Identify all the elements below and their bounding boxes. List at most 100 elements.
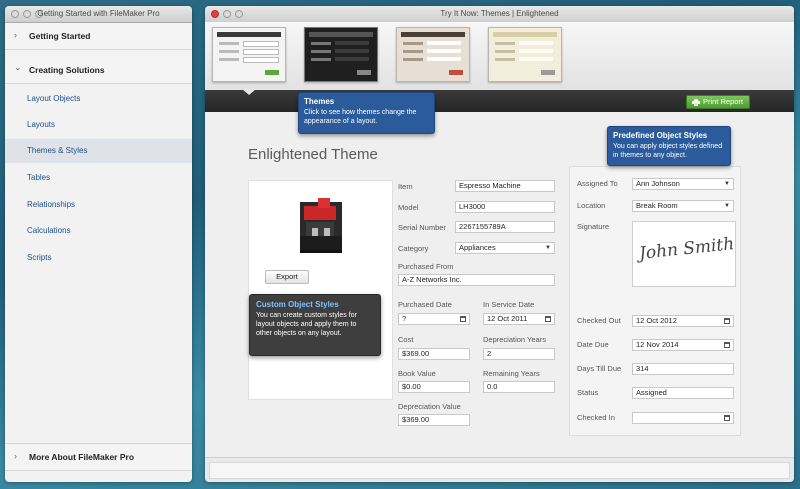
main-window-titlebar: Try It Now: Themes | Enlightened xyxy=(205,6,794,23)
sidebar-item-label: Themes & Styles xyxy=(27,146,88,155)
help-navigator-window: Getting Started with FileMaker Pro › Get… xyxy=(5,6,192,482)
in-service-date-label: In Service Date xyxy=(483,300,535,309)
location-label: Location xyxy=(577,201,606,210)
export-button[interactable]: Export xyxy=(265,270,309,284)
sidebar-item-label: Calculations xyxy=(27,226,71,235)
remaining-years-field[interactable]: 0.0 xyxy=(483,381,555,393)
status-bar xyxy=(205,457,794,482)
in-service-date-field[interactable]: 12 Oct 2011 xyxy=(483,313,555,325)
dropdown-arrow-icon: ▼ xyxy=(724,203,730,209)
assigned-to-label: Assigned To xyxy=(577,179,618,188)
category-select[interactable]: Appliances ▼ xyxy=(455,242,555,254)
depreciation-value-field[interactable]: $369.00 xyxy=(398,414,470,426)
sidebar-item-label: Scripts xyxy=(27,253,52,262)
assigned-to-select[interactable]: Ann Johnson ▼ xyxy=(632,178,734,190)
sidebar-item-layouts[interactable]: Layouts xyxy=(5,113,192,137)
section-label: Creating Solutions xyxy=(29,65,105,75)
depreciation-value-label: Depreciation Value xyxy=(398,402,461,411)
item-label: Item xyxy=(398,182,413,191)
predefined-styles-callout-text: You can apply object styles defined in t… xyxy=(613,143,723,159)
checked-in-label: Checked In xyxy=(577,413,615,422)
checked-in-field[interactable] xyxy=(632,412,734,424)
checked-out-field[interactable]: 12 Oct 2012 xyxy=(632,315,734,327)
status-field[interactable]: Assigned xyxy=(632,387,734,399)
model-field[interactable]: LH3000 xyxy=(455,201,555,213)
sidebar-item-layout-objects[interactable]: Layout Objects xyxy=(5,87,192,111)
category-label: Category xyxy=(398,244,429,253)
assigned-to-value: Ann Johnson xyxy=(636,179,680,188)
date-due-label: Date Due xyxy=(577,340,609,349)
layout-header-bar: Print Report xyxy=(205,89,794,112)
calendar-icon[interactable] xyxy=(724,342,730,348)
calendar-icon[interactable] xyxy=(460,316,466,322)
depreciation-years-label: Depreciation Years xyxy=(483,335,546,344)
themes-callout-text: Click to see how themes change the appea… xyxy=(304,109,417,125)
chevron-right-icon: › xyxy=(14,451,17,461)
category-value: Appliances xyxy=(459,243,496,252)
calendar-icon[interactable] xyxy=(724,318,730,324)
sidebar-item-calculations[interactable]: Calculations xyxy=(5,219,192,243)
days-till-due-field[interactable]: 314 xyxy=(632,363,734,375)
theme-thumbnail-warm[interactable] xyxy=(396,27,470,82)
location-select[interactable]: Break Room ▼ xyxy=(632,200,734,212)
date-due-value: 12 Nov 2014 xyxy=(636,340,679,349)
checked-out-label: Checked Out xyxy=(577,316,621,325)
signature-text: John Smith xyxy=(638,234,736,264)
purchased-from-label: Purchased From xyxy=(398,262,454,271)
print-report-label: Print Report xyxy=(702,97,743,106)
predefined-styles-callout-title: Predefined Object Styles xyxy=(613,131,708,140)
espresso-machine-image[interactable] xyxy=(294,196,348,256)
date-due-field[interactable]: 12 Nov 2014 xyxy=(632,339,734,351)
location-value: Break Room xyxy=(636,201,678,210)
dropdown-arrow-icon: ▼ xyxy=(724,181,730,187)
theme-thumbnail-dark[interactable] xyxy=(304,27,378,82)
predefined-styles-callout: Predefined Object Styles You can apply o… xyxy=(607,126,731,166)
section-more-about[interactable]: › More About FileMaker Pro xyxy=(5,443,192,471)
cost-field[interactable]: $369.00 xyxy=(398,348,470,360)
print-report-button[interactable]: Print Report xyxy=(685,95,750,109)
sidebar-item-label: Layouts xyxy=(27,120,56,129)
custom-styles-callout-text: You can create custom styles for layout … xyxy=(256,312,357,337)
sidebar-item-label: Layout Objects xyxy=(27,94,81,103)
calendar-icon[interactable] xyxy=(545,316,551,322)
layout-title: Enlightened Theme xyxy=(248,146,378,163)
status-bar-field xyxy=(209,462,790,479)
try-it-now-window: Try It Now: Themes | Enlightened Print R… xyxy=(205,6,794,482)
cost-label: Cost xyxy=(398,335,414,344)
themes-callout: Themes Click to see how themes change th… xyxy=(298,92,435,134)
section-label: More About FileMaker Pro xyxy=(29,452,135,462)
book-value-field[interactable]: $0.00 xyxy=(398,381,470,393)
section-getting-started[interactable]: › Getting Started xyxy=(5,23,192,50)
theme-thumbnail-light[interactable] xyxy=(488,27,562,82)
section-creating-solutions[interactable]: ⌄ Creating Solutions xyxy=(5,57,192,84)
signature-label: Signature xyxy=(577,222,610,231)
signature-box[interactable]: John Smith xyxy=(632,221,736,287)
main-window-title: Try It Now: Themes | Enlightened xyxy=(440,9,559,18)
purchased-from-field[interactable]: A-Z Networks Inc. xyxy=(398,274,555,286)
sidebar-item-scripts[interactable]: Scripts xyxy=(5,246,192,270)
sidebar-item-tables[interactable]: Tables xyxy=(5,166,192,190)
sidebar-item-relationships[interactable]: Relationships xyxy=(5,193,192,217)
left-window-title: Getting Started with FileMaker Pro xyxy=(37,9,160,18)
dropdown-arrow-icon: ▼ xyxy=(545,245,551,251)
chevron-down-icon: ⌄ xyxy=(14,62,22,72)
themes-callout-title: Themes xyxy=(304,97,335,106)
section-label: Getting Started xyxy=(29,31,91,41)
item-field[interactable]: Espresso Machine xyxy=(455,180,555,192)
left-window-titlebar: Getting Started with FileMaker Pro xyxy=(5,6,192,23)
sidebar-item-label: Relationships xyxy=(27,200,76,209)
serial-number-field[interactable]: 2267155789A xyxy=(455,221,555,233)
in-service-date-value: 12 Oct 2011 xyxy=(487,314,528,323)
book-value-label: Book Value xyxy=(398,369,436,378)
assignment-panel: Assigned To Ann Johnson ▼ Location Break… xyxy=(569,166,741,436)
remaining-years-label: Remaining Years xyxy=(483,369,540,378)
days-till-due-label: Days Till Due xyxy=(577,364,622,373)
chevron-right-icon: › xyxy=(14,30,17,40)
calendar-icon[interactable] xyxy=(724,415,730,421)
theme-thumbnail-strip xyxy=(205,22,794,91)
purchased-date-field[interactable]: ? xyxy=(398,313,470,325)
status-label: Status xyxy=(577,388,599,397)
sidebar-item-themes-styles[interactable]: Themes & Styles xyxy=(5,139,192,163)
theme-thumbnail-enlightened[interactable] xyxy=(212,27,286,82)
depreciation-years-field[interactable]: 2 xyxy=(483,348,555,360)
